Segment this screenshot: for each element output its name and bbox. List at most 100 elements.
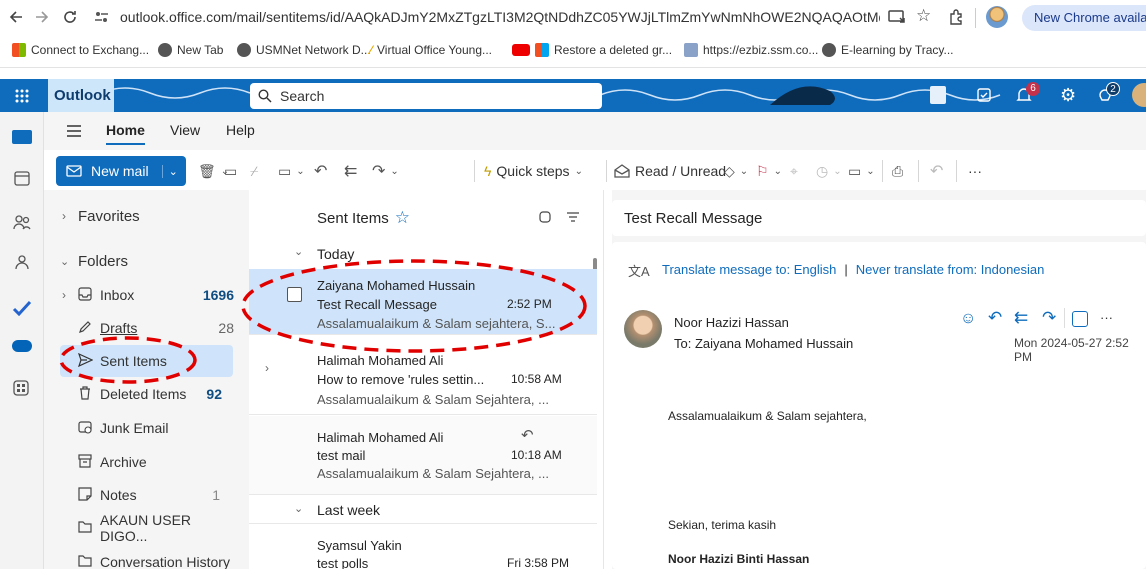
url-text[interactable]: outlook.office.com/mail/sentitems/id/AAQ… <box>120 9 880 25</box>
bookmark-item[interactable]: USMNet Network D... <box>237 43 371 57</box>
select-icon[interactable] <box>539 211 551 223</box>
extensions-icon[interactable] <box>948 9 964 25</box>
folder-icon <box>78 520 92 533</box>
group-header-today[interactable]: ⌄ Today <box>249 240 597 268</box>
list-item-selected[interactable]: Zaiyana Mohamed Hussain Test Recall Mess… <box>249 269 597 335</box>
my-day-icon[interactable] <box>976 87 992 103</box>
bookmark-item[interactable]: ⁄ Virtual Office Young... <box>370 43 492 57</box>
new-chrome-button[interactable]: New Chrome available <box>1022 5 1146 31</box>
send-icon <box>78 353 93 367</box>
rules-icon[interactable]: ▭ ⌄ <box>848 152 875 190</box>
folder-drafts[interactable]: Drafts 28 <box>44 312 242 344</box>
bookmark-item[interactable]: Connect to Exchang... <box>12 43 149 57</box>
flag-icon[interactable]: ⚐ ⌄ <box>756 152 782 190</box>
search-input[interactable]: Search <box>250 83 602 109</box>
back-icon[interactable] <box>8 9 24 25</box>
body-closing: Sekian, terima kasih <box>668 518 777 532</box>
tab-home[interactable]: Home <box>106 122 145 145</box>
groups-icon[interactable] <box>13 254 31 270</box>
folder-sent-items[interactable]: Sent Items <box>60 345 233 377</box>
tab-view[interactable]: View <box>170 122 200 138</box>
app-launcher-icon[interactable] <box>14 88 30 104</box>
reply-icon[interactable]: ↶ <box>988 308 1002 328</box>
globe-icon <box>822 43 836 57</box>
folder-deleted-items[interactable]: Deleted Items 92 <box>44 378 242 410</box>
quick-steps-button[interactable]: ϟ Quick steps ⌄ <box>484 152 583 190</box>
filter-icon[interactable] <box>567 212 579 222</box>
sender-name[interactable]: Noor Hazizi Hassan <box>674 315 789 330</box>
gear-icon[interactable]: ⚙ <box>1060 85 1076 106</box>
favorites-header[interactable]: › Favorites <box>44 200 242 232</box>
globe-icon <box>158 43 172 57</box>
people-icon[interactable] <box>13 214 31 230</box>
hamburger-menu-icon[interactable] <box>66 124 82 138</box>
site-info-icon[interactable] <box>94 10 110 24</box>
more-apps-icon[interactable] <box>13 380 29 396</box>
list-item[interactable]: Halimah Mohamed Ali ↶ test mail 10:18 AM… <box>249 416 597 495</box>
bookmark-item[interactable]: Restore a deleted gr... <box>512 43 672 57</box>
bolt-icon: ϟ <box>484 163 492 179</box>
chevron-right-icon[interactable]: › <box>265 361 269 375</box>
folders-header[interactable]: ⌄ Folders <box>44 245 242 277</box>
calendar-icon[interactable] <box>14 170 30 186</box>
snooze-icon[interactable]: ◷ ⌄ <box>816 152 842 190</box>
never-translate-link[interactable]: Never translate from: Indonesian <box>856 262 1045 277</box>
bookmark-item[interactable]: E-learning by Tracy... <box>822 43 954 57</box>
forward-icon[interactable] <box>34 9 50 25</box>
print-icon[interactable]: ⎙ <box>892 152 903 190</box>
message-date: Mon 2024-05-27 2:52 PM <box>1014 336 1129 364</box>
cast-icon[interactable] <box>888 9 906 25</box>
divider <box>975 8 976 28</box>
forward-mail-icon[interactable]: ↷ ⌄ <box>372 152 399 190</box>
app-rail <box>0 112 44 569</box>
ssm-icon <box>684 43 698 57</box>
folder-icon <box>78 554 92 567</box>
mail-icon[interactable] <box>12 130 32 144</box>
tag-icon[interactable]: ◇ ⌄ <box>724 152 748 190</box>
bookmark-item[interactable]: https://ezbiz.ssm.co... <box>684 43 818 57</box>
trash-icon <box>78 386 92 400</box>
list-item[interactable]: › Halimah Mohamed Ali How to remove 'rul… <box>249 345 597 415</box>
move-to-icon[interactable]: ▭ ⌄ <box>278 152 305 190</box>
bookmark-item[interactable]: New Tab <box>158 43 223 57</box>
undo-icon[interactable]: ↶ <box>930 152 943 190</box>
folder-inbox[interactable]: › Inbox 1696 <box>44 279 242 311</box>
translate-link[interactable]: Translate message to: English <box>662 262 836 277</box>
todo-icon[interactable] <box>12 300 32 316</box>
recipient-line[interactable]: To: Zaiyana Mohamed Hussain <box>674 336 853 351</box>
bookmark-star-icon[interactable]: ☆ <box>916 6 931 26</box>
select-checkbox[interactable] <box>287 287 302 302</box>
folder-junk-email[interactable]: Junk Email <box>44 412 242 444</box>
folder-akaun-user[interactable]: AKAUN USER DIGO... <box>44 512 242 544</box>
emoji-reaction-icon[interactable]: ☺ <box>960 310 976 328</box>
forward-mail-icon[interactable]: ↷ <box>1042 308 1056 328</box>
chevron-down-icon[interactable]: ⌄ <box>161 164 178 178</box>
sender-avatar[interactable] <box>624 310 662 348</box>
profile-avatar[interactable] <box>986 6 1008 28</box>
reply-all-icon[interactable]: ⇇ <box>1014 308 1028 328</box>
more-actions-icon[interactable]: ··· <box>1100 310 1113 325</box>
archive-icon[interactable]: ▭ <box>224 152 237 190</box>
search-icon <box>258 89 272 103</box>
folder-archive[interactable]: Archive <box>44 446 242 478</box>
list-item[interactable]: Syamsul Yakin test polls Fri 3:58 PM <box>249 525 597 569</box>
group-header-last-week[interactable]: ⌄ Last week <box>249 496 597 524</box>
tab-help[interactable]: Help <box>226 122 255 138</box>
sweep-icon[interactable]: ⌿ <box>250 152 258 190</box>
more-options-button[interactable]: ··· <box>968 152 982 190</box>
app-title[interactable]: Outlook <box>48 79 114 112</box>
folder-conversation-history[interactable]: Conversation History <box>44 546 242 569</box>
pin-icon[interactable]: ⌖ <box>790 152 798 190</box>
folder-notes[interactable]: Notes 1 <box>44 479 242 511</box>
teams-icon[interactable] <box>930 86 946 104</box>
body-greeting: Assalamualaikum & Salam sejahtera, <box>668 409 867 423</box>
apps-icon[interactable] <box>1072 311 1088 327</box>
reload-icon[interactable] <box>62 9 78 25</box>
favorite-star-icon[interactable]: ☆ <box>395 208 410 228</box>
reply-all-icon[interactable]: ⇇ <box>344 152 357 190</box>
onedrive-icon[interactable] <box>12 340 32 352</box>
new-mail-button[interactable]: New mail ⌄ <box>56 156 186 186</box>
read-unread-button[interactable]: Read / Unread <box>614 152 726 190</box>
reply-icon[interactable]: ↶ <box>314 152 327 190</box>
screen: outlook.office.com/mail/sentitems/id/AAQ… <box>0 0 1146 569</box>
